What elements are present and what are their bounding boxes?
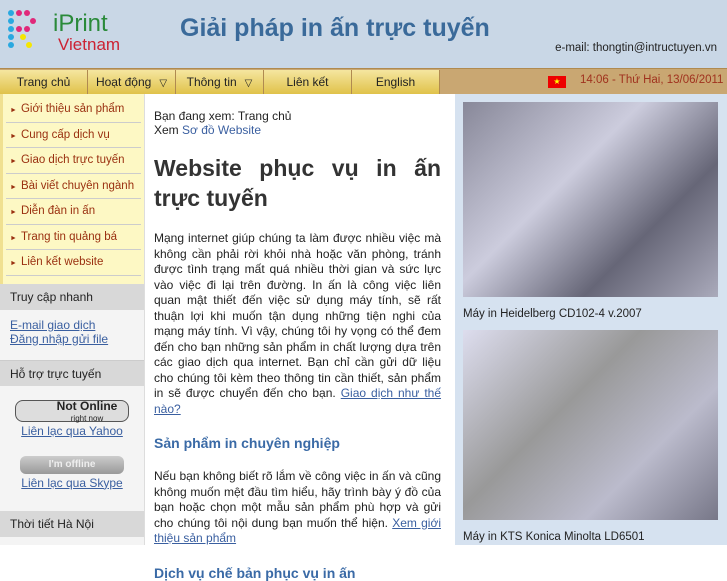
- vietnam-flag-icon: ★: [548, 76, 566, 88]
- arrow-icon: ►: [10, 132, 17, 140]
- photo-caption: Máy in Heidelberg CD102-4 v.2007: [463, 308, 642, 320]
- dropdown-triangle-icon: ▽: [244, 78, 253, 89]
- logo[interactable]: iPrint Vietnam: [8, 8, 138, 58]
- nav-english[interactable]: English: [352, 70, 440, 94]
- arrow-icon: ►: [10, 183, 17, 191]
- section-heading: Dịch vụ chế bản phục vụ in ấn: [154, 564, 356, 581]
- contact-email: e-mail: thongtin@intructuyen.vn: [555, 42, 717, 54]
- logo-subtext: Vietnam: [58, 35, 121, 54]
- arrow-icon: ►: [10, 234, 17, 242]
- sidebar-item[interactable]: ► Trang tin quảng bá: [6, 225, 141, 250]
- nav-activities[interactable]: Hoạt động ▽: [88, 70, 176, 94]
- support-heading: Hỗ trợ trực tuyến: [0, 359, 144, 386]
- printer-photo: [463, 330, 718, 520]
- yahoo-contact-link[interactable]: Liên lạc qua Yahoo: [21, 424, 123, 438]
- sidebar-item[interactable]: ► Diễn đàn in ấn: [6, 199, 141, 225]
- skype-contact-link[interactable]: Liên lạc qua Skype: [21, 476, 122, 490]
- page-title: Website phục vụ in ấn trực tuyến: [154, 155, 441, 211]
- products-paragraph: Nếu bạn không biết rõ lắm về công việc i…: [154, 469, 441, 545]
- quick-access-heading: Truy cập nhanh: [0, 283, 144, 310]
- arrow-icon: ►: [10, 209, 17, 216]
- sidebar-item[interactable]: ► Liên kết website: [6, 250, 141, 276]
- yahoo-status-badge[interactable]: Not Online right now: [15, 399, 129, 423]
- nav-links[interactable]: Liên kết: [264, 70, 352, 94]
- upload-login-link[interactable]: Đăng nhập gửi file: [10, 332, 108, 346]
- nav-home[interactable]: Trang chủ: [0, 70, 88, 94]
- left-sidebar: ► Giới thiệu sản phẩm ► Cung cấp dịch vụ ►…: [0, 94, 145, 545]
- breadcrumb: Bạn đang xem: Trang chủ: [154, 109, 292, 123]
- intro-paragraph: Mạng internet giúp chúng ta làm được nhi…: [154, 231, 442, 416]
- sidebar-item[interactable]: ► Giao dịch trực tuyến: [6, 148, 141, 174]
- arrow-icon: ►: [10, 107, 17, 114]
- datetime: 14:06 - Thứ Hai, 13/06/2011: [580, 74, 724, 86]
- main-content: Bạn đang xem: Trang chủ Xem Sơ đồ Websit…: [154, 109, 442, 581]
- main-nav: Trang chủ Hoạt động ▽ Thông tin ▽ Liên kết…: [0, 68, 727, 94]
- skype-status-badge[interactable]: I'm offline: [20, 455, 124, 474]
- site-title: Giải pháp in ấn trực tuyến: [180, 14, 490, 42]
- weather-heading: Thời tiết Hà Nội: [0, 510, 144, 537]
- sidebar-menu: ► Giới thiệu sản phẩm ► Cung cấp dịch vụ ►…: [0, 94, 144, 284]
- sidebar-item[interactable]: ► Bài viết chuyên ngành: [6, 174, 141, 199]
- email-link[interactable]: E-mail giao dịch: [10, 318, 95, 332]
- sitemap-link[interactable]: Sơ đồ Website: [182, 123, 261, 137]
- dropdown-triangle-icon: ▽: [159, 78, 168, 89]
- arrow-icon: ►: [10, 158, 17, 165]
- nav-info[interactable]: Thông tin ▽: [176, 70, 264, 94]
- sidebar-item[interactable]: ► Giới thiệu sản phẩm: [6, 97, 141, 123]
- section-heading: Sản phẩm in chuyên nghiệp: [154, 435, 340, 451]
- sidebar-item[interactable]: ► Cung cấp dịch vụ: [6, 123, 141, 148]
- right-sidebar: Máy in Heidelberg CD102-4 v.2007 Máy in …: [455, 94, 727, 545]
- printer-photo: [463, 102, 718, 297]
- arrow-icon: ►: [10, 260, 17, 267]
- header: iPrint Vietnam Giải pháp in ấn trực tuyế…: [0, 0, 727, 68]
- photo-caption: Máy in KTS Konica Minolta LD6501: [463, 531, 645, 543]
- logo-text: iPrint: [53, 10, 108, 37]
